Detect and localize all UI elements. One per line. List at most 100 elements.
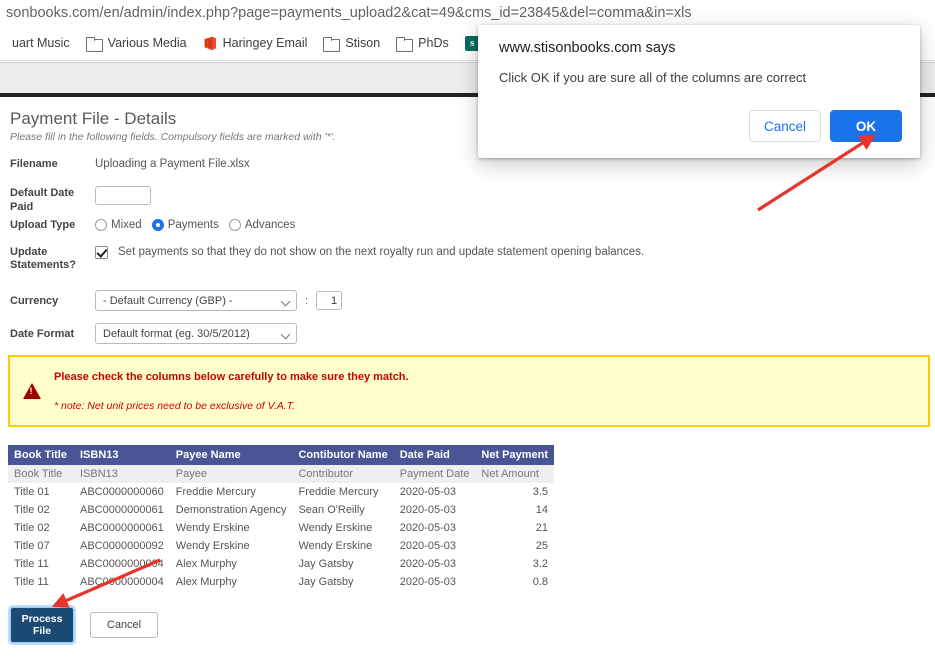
filename-label: Filename	[0, 157, 95, 171]
column-mapping-preview-table: Book Title ISBN13 Payee Name Contibutor …	[8, 445, 554, 591]
cell: Wendy Erskine	[292, 519, 393, 537]
page-title: Payment File - Details	[10, 109, 176, 129]
radio-mixed[interactable]	[95, 219, 107, 231]
currency-separator: :	[305, 295, 308, 307]
radio-label-mixed: Mixed	[111, 219, 142, 231]
warning-box: Please check the columns below carefully…	[8, 355, 930, 427]
cell: Title 11	[8, 555, 74, 573]
currency-select[interactable]: - Default Currency (GBP) -	[95, 290, 297, 311]
process-file-label-line1: Process	[22, 613, 63, 625]
folder-icon	[323, 37, 339, 50]
radio-label-payments: Payments	[168, 219, 219, 231]
cell: Alex Murphy	[170, 573, 293, 591]
column-header: ISBN13	[74, 445, 170, 465]
page-content: Payment File - Details Please fill in th…	[0, 97, 935, 666]
dialog-origin-text: www.stisonbooks.com says	[499, 40, 675, 56]
table-row: Title 11ABC0000000004Alex MurphyJay Gats…	[8, 573, 554, 591]
cell: 25	[475, 537, 554, 555]
cell: Book Title	[8, 465, 74, 483]
table-row: Title 11ABC0000000004Alex MurphyJay Gats…	[8, 555, 554, 573]
javascript-confirm-dialog: www.stisonbooks.com says Click OK if you…	[478, 25, 920, 158]
bookmark-haringey-email[interactable]: Haringey Email	[195, 33, 316, 54]
bookmark-label: Various Media	[108, 36, 187, 50]
office-icon	[203, 36, 217, 51]
table-row: Title 02ABC0000000061Demonstration Agenc…	[8, 501, 554, 519]
update-statements-checkbox[interactable]	[95, 246, 108, 259]
form-actions: Process File Cancel	[10, 607, 158, 643]
cell: 0.8	[475, 573, 554, 591]
cell: 2020-05-03	[394, 537, 476, 555]
cell: Title 07	[8, 537, 74, 555]
bookmark-label: PhDs	[418, 36, 449, 50]
cell: 2020-05-03	[394, 573, 476, 591]
cancel-button[interactable]: Cancel	[90, 612, 158, 638]
cell: 3.2	[475, 555, 554, 573]
cell: Jay Gatsby	[292, 555, 393, 573]
cell: ISBN13	[74, 465, 170, 483]
dialog-message-text: Click OK if you are sure all of the colu…	[499, 70, 806, 85]
field-row-date-format: Date Format Default format (eg. 30/5/201…	[0, 317, 935, 350]
cell: Title 11	[8, 573, 74, 591]
cell: Wendy Erskine	[170, 537, 293, 555]
cell: Wendy Erskine	[292, 537, 393, 555]
table-row: Title 07ABC0000000092Wendy ErskineWendy …	[8, 537, 554, 555]
bookmark-phds[interactable]: PhDs	[388, 33, 457, 53]
field-row-upload-type: Upload Type Mixed Payments Advances	[0, 218, 935, 246]
cell: Title 02	[8, 519, 74, 537]
column-header: Contibutor Name	[292, 445, 393, 465]
radio-advances[interactable]	[229, 219, 241, 231]
bookmark-label: uart Music	[12, 36, 70, 50]
cell: Title 02	[8, 501, 74, 519]
currency-rate-input[interactable]: 1	[316, 291, 342, 310]
field-row-default-date-paid: Default Date Paid	[0, 186, 935, 218]
cell: ABC0000000060	[74, 483, 170, 501]
warning-triangle-icon	[10, 383, 54, 399]
table-mapping-row: Book Title ISBN13 Payee Contributor Paym…	[8, 465, 554, 483]
process-file-label-line2: File	[33, 625, 51, 637]
table-row: Title 02ABC0000000061Wendy ErskineWendy …	[8, 519, 554, 537]
page-subtitle: Please fill in the following fields. Com…	[10, 131, 336, 143]
table-row: Title 01ABC0000000060Freddie MercuryFred…	[8, 483, 554, 501]
cell: Demonstration Agency	[170, 501, 293, 519]
payment-file-form: Filename Uploading a Payment File.xlsx D…	[0, 157, 935, 350]
cell: 2020-05-03	[394, 501, 476, 519]
radio-payments[interactable]	[152, 219, 164, 231]
default-date-paid-input[interactable]	[95, 186, 151, 205]
cell: ABC0000000004	[74, 555, 170, 573]
cell: 21	[475, 519, 554, 537]
bookmark-stuart-music[interactable]: uart Music	[4, 33, 78, 53]
bookmark-stison[interactable]: Stison	[315, 33, 388, 53]
folder-icon	[86, 37, 102, 50]
cell: Freddie Mercury	[292, 483, 393, 501]
field-row-filename: Filename Uploading a Payment File.xlsx	[0, 157, 935, 186]
currency-label: Currency	[0, 294, 95, 308]
upload-type-label: Upload Type	[0, 218, 95, 232]
table-header-row: Book Title ISBN13 Payee Name Contibutor …	[8, 445, 554, 465]
column-header: Net Payment	[475, 445, 554, 465]
cell: ABC0000000004	[74, 573, 170, 591]
warning-primary-text: Please check the columns below carefully…	[54, 371, 928, 383]
date-format-select[interactable]: Default format (eg. 30/5/2012)	[95, 323, 297, 344]
column-header: Date Paid	[394, 445, 476, 465]
cell: ABC0000000061	[74, 501, 170, 519]
cell: Wendy Erskine	[170, 519, 293, 537]
field-row-currency: Currency - Default Currency (GBP) - : 1	[0, 284, 935, 317]
process-file-button[interactable]: Process File	[10, 607, 74, 643]
cell: ABC0000000061	[74, 519, 170, 537]
cell: Title 01	[8, 483, 74, 501]
address-bar[interactable]: sonbooks.com/en/admin/index.php?page=pay…	[0, 0, 935, 26]
cell: Payee	[170, 465, 293, 483]
cell: Contributor	[292, 465, 393, 483]
warning-note-text: * note: Net unit prices need to be exclu…	[54, 400, 928, 412]
cell: Alex Murphy	[170, 555, 293, 573]
cell: Jay Gatsby	[292, 573, 393, 591]
cell: 2020-05-03	[394, 555, 476, 573]
default-date-paid-label: Default Date Paid	[0, 186, 95, 214]
cell: Freddie Mercury	[170, 483, 293, 501]
bookmark-various-media[interactable]: Various Media	[78, 33, 195, 53]
cell: 14	[475, 501, 554, 519]
cell: Payment Date	[394, 465, 476, 483]
dialog-ok-button[interactable]: OK	[830, 110, 902, 142]
bookmark-label: Haringey Email	[223, 36, 308, 50]
dialog-cancel-button[interactable]: Cancel	[749, 110, 821, 142]
